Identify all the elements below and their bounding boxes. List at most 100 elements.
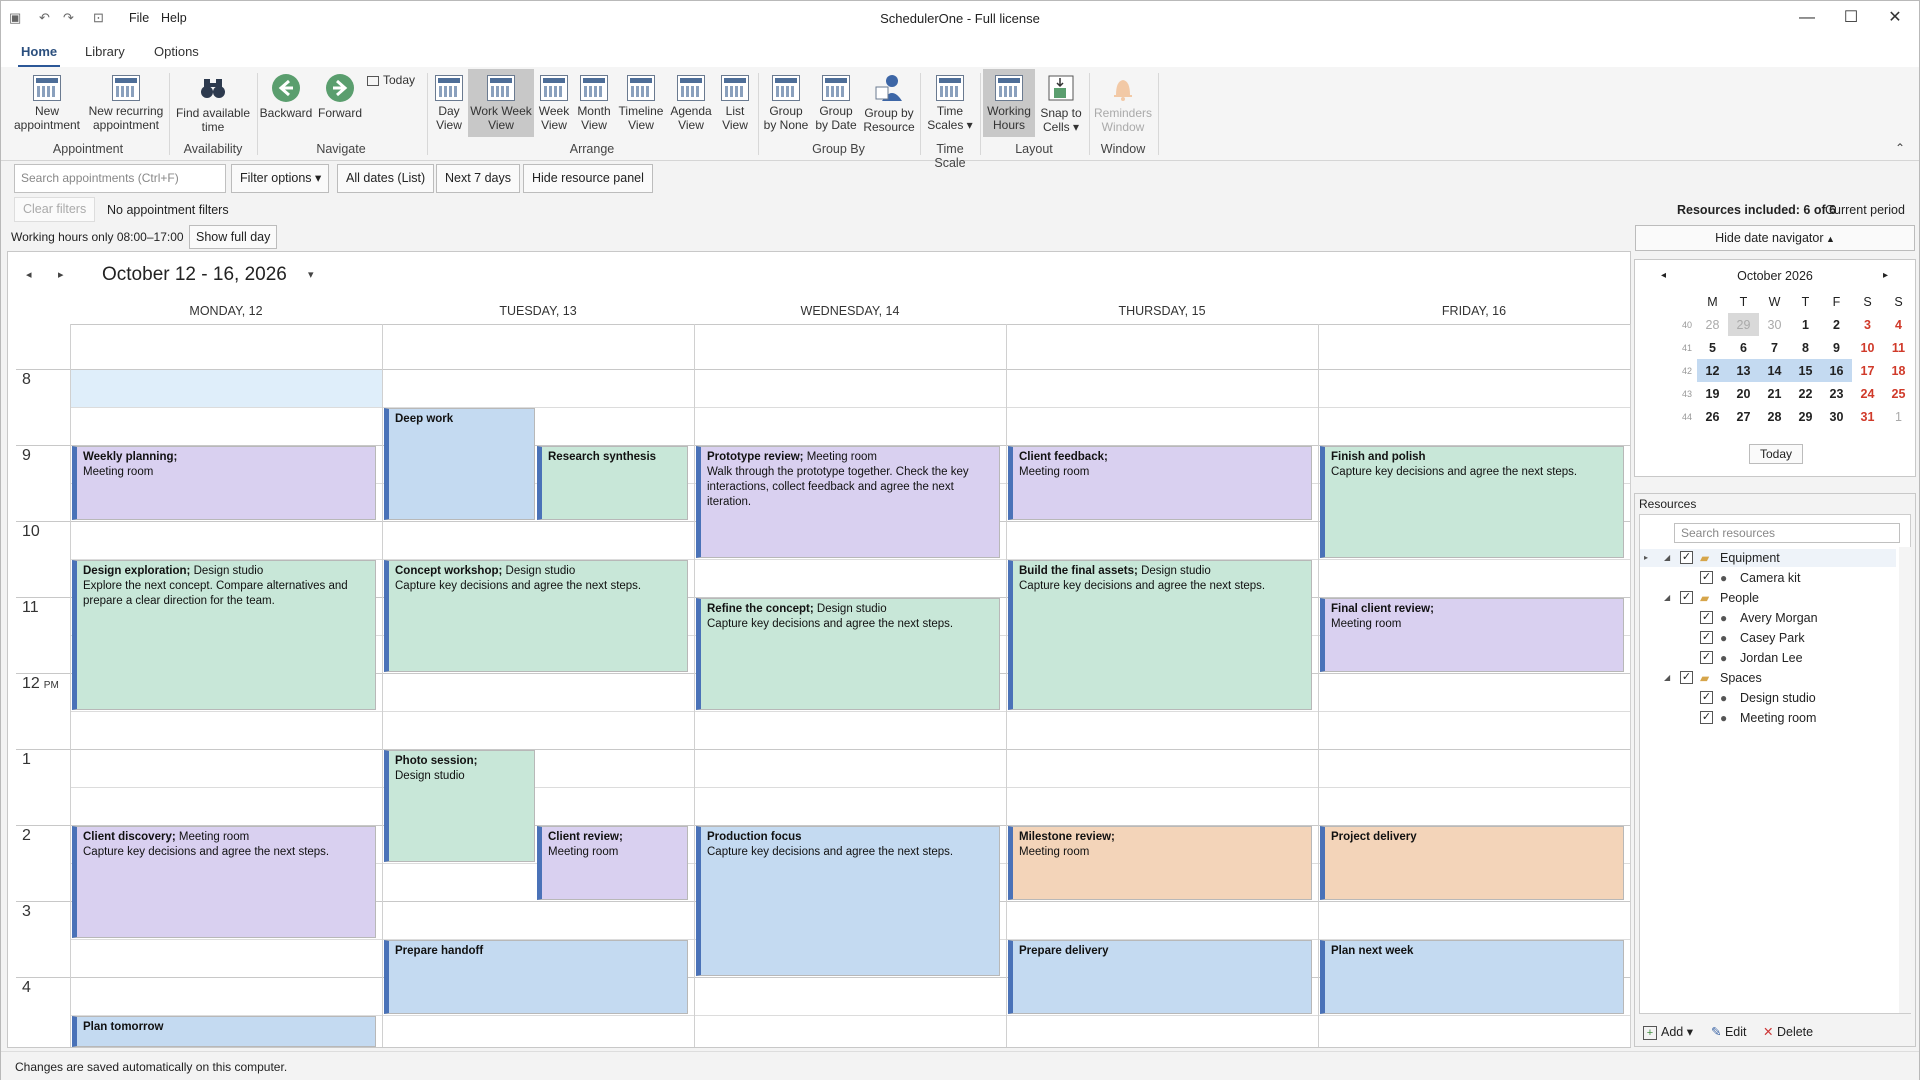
resource-checkbox[interactable]: ✓	[1680, 551, 1693, 564]
appointment[interactable]: Prepare delivery	[1008, 940, 1312, 1014]
appointment[interactable]: Plan next week	[1320, 940, 1624, 1014]
current-time-slot[interactable]	[71, 369, 382, 407]
nav-day[interactable]: 27	[1728, 405, 1759, 428]
nav-day[interactable]: 20	[1728, 382, 1759, 405]
show-full-day-button[interactable]: Show full day	[189, 225, 278, 249]
tree-scrollbar[interactable]	[1899, 547, 1911, 1013]
collapse-toggle-icon[interactable]: ◢	[1664, 549, 1670, 567]
month-view-button[interactable]: Month View	[574, 69, 614, 132]
nav-day[interactable]: 30	[1759, 313, 1790, 336]
nav-day[interactable]: 14	[1759, 359, 1790, 382]
resource-checkbox[interactable]: ✓	[1700, 711, 1713, 724]
tree-node[interactable]: ✓ ● Meeting room	[1640, 709, 1896, 727]
filter-options-button[interactable]: Filter options ▾	[231, 164, 329, 193]
day-view-button[interactable]: Day View	[431, 69, 467, 132]
appointment[interactable]: Plan tomorrow	[72, 1016, 376, 1047]
appointment[interactable]: Weekly planning; Meeting room	[72, 446, 376, 520]
nav-day[interactable]: 12	[1697, 359, 1728, 382]
resource-checkbox[interactable]: ✓	[1700, 631, 1713, 644]
nav-day[interactable]: 24	[1852, 382, 1883, 405]
nav-day[interactable]: 4	[1883, 313, 1914, 336]
date-range-title[interactable]: October 12 - 16, 2026	[102, 264, 287, 286]
nav-day[interactable]: 18	[1883, 359, 1914, 382]
resource-checkbox[interactable]: ✓	[1700, 651, 1713, 664]
add-resource-button[interactable]: + Add ▾	[1643, 1024, 1693, 1040]
expand-toggle-icon[interactable]: ◢	[1664, 669, 1670, 687]
tab-home[interactable]: Home	[17, 44, 61, 67]
appointment[interactable]: Production focus Capture key decisions an…	[696, 826, 1000, 976]
forward-button[interactable]: Forward	[313, 69, 367, 120]
appointment[interactable]: Deep work	[384, 408, 535, 520]
appointment[interactable]: Prepare handoff	[384, 940, 688, 1014]
find-available-time-button[interactable]: Find available time	[173, 69, 253, 134]
nav-day[interactable]: 28	[1759, 405, 1790, 428]
hide-resource-panel-button[interactable]: Hide resource panel	[523, 164, 653, 193]
appointment[interactable]: Client discovery; Meeting room Capture ke…	[72, 826, 376, 938]
close-icon[interactable]: ✕	[1875, 5, 1915, 31]
minimize-icon[interactable]: —	[1787, 5, 1827, 31]
tab-options[interactable]: Options	[154, 44, 199, 59]
resource-checkbox[interactable]: ✓	[1680, 671, 1693, 684]
search-appointments-input[interactable]: Search appointments (Ctrl+F)	[14, 164, 226, 193]
next-period-icon[interactable]: ▸	[58, 268, 64, 281]
delete-resource-button[interactable]: ✕ Delete	[1763, 1024, 1813, 1039]
nav-day[interactable]: 17	[1852, 359, 1883, 382]
group-by-none-button[interactable]: Group by None	[761, 69, 811, 132]
nav-day[interactable]: 22	[1790, 382, 1821, 405]
resource-checkbox[interactable]: ✓	[1680, 591, 1693, 604]
nav-day[interactable]: 19	[1697, 382, 1728, 405]
appointment[interactable]: Client review; Meeting room	[537, 826, 688, 900]
appointment[interactable]: Research synthesis	[537, 446, 688, 520]
timeline-view-button[interactable]: Timeline View	[617, 69, 665, 132]
expand-toggle-icon[interactable]: ▸	[1644, 549, 1648, 567]
nav-day[interactable]: 11	[1883, 336, 1914, 359]
appointment[interactable]: Final client review; Meeting room	[1320, 598, 1624, 672]
group-by-date-button[interactable]: Group by Date	[812, 69, 860, 132]
appointment[interactable]: Concept workshop; Design studio Capture k…	[384, 560, 688, 672]
nav-day[interactable]: 1	[1883, 405, 1914, 428]
group-by-resource-button[interactable]: Group by Resource	[862, 69, 916, 134]
work-week-view-button[interactable]: Work Week View	[468, 69, 534, 137]
nav-day[interactable]: 2	[1821, 313, 1852, 336]
nav-day[interactable]: 21	[1759, 382, 1790, 405]
maximize-icon[interactable]: ☐	[1831, 5, 1871, 31]
tree-node[interactable]: ▸ ◢ ✓ ▰ Equipment	[1640, 549, 1896, 567]
nav-day[interactable]: 3	[1852, 313, 1883, 336]
tree-node[interactable]: ✓ ● Camera kit	[1640, 569, 1896, 587]
nav-day[interactable]: 30	[1821, 405, 1852, 428]
appointment[interactable]: Design exploration; Design studio Explore…	[72, 560, 376, 710]
time-scales-button[interactable]: Time Scales ▾	[924, 69, 976, 132]
tree-node[interactable]: ✓ ● Casey Park	[1640, 629, 1896, 647]
week-view-button[interactable]: Week View	[536, 69, 572, 132]
nav-day[interactable]: 15	[1790, 359, 1821, 382]
collapse-ribbon-icon[interactable]: ⌃	[1895, 141, 1905, 155]
working-hours-button[interactable]: Working Hours	[983, 69, 1035, 137]
tree-node[interactable]: ◢ ✓ ▰ People	[1640, 589, 1896, 607]
appointment[interactable]: Build the final assets; Design studio Cap…	[1008, 560, 1312, 710]
tree-node[interactable]: ✓ ● Design studio	[1640, 689, 1896, 707]
prev-period-icon[interactable]: ◂	[26, 268, 32, 281]
nav-day[interactable]: 9	[1821, 336, 1852, 359]
agenda-view-button[interactable]: Agenda View	[667, 69, 715, 132]
nav-day[interactable]: 29	[1728, 313, 1759, 336]
resource-checkbox[interactable]: ✓	[1700, 691, 1713, 704]
nav-day[interactable]: 26	[1697, 405, 1728, 428]
next-7-days-button[interactable]: Next 7 days	[436, 164, 521, 193]
nav-day[interactable]: 5	[1697, 336, 1728, 359]
expand-toggle-icon[interactable]: ◢	[1664, 589, 1670, 607]
resource-checkbox[interactable]: ✓	[1700, 611, 1713, 624]
appointment[interactable]: Photo session; Design studio	[384, 750, 535, 862]
nav-day[interactable]: 29	[1790, 405, 1821, 428]
nav-day[interactable]: 31	[1852, 405, 1883, 428]
snap-to-cells-button[interactable]: Snap to Cells ▾	[1037, 69, 1085, 134]
nav-next-month-icon[interactable]: ▸	[1883, 270, 1888, 281]
edit-resource-button[interactable]: ✎ Edit	[1711, 1024, 1747, 1039]
backward-button[interactable]: Backward	[259, 69, 313, 120]
tree-node[interactable]: ✓ ● Jordan Lee	[1640, 649, 1896, 667]
nav-day[interactable]: 1	[1790, 313, 1821, 336]
nav-day[interactable]: 25	[1883, 382, 1914, 405]
list-view-button[interactable]: List View	[717, 69, 753, 132]
date-range-dropdown-icon[interactable]: ▾	[308, 268, 314, 281]
nav-day[interactable]: 10	[1852, 336, 1883, 359]
resource-checkbox[interactable]: ✓	[1700, 571, 1713, 584]
